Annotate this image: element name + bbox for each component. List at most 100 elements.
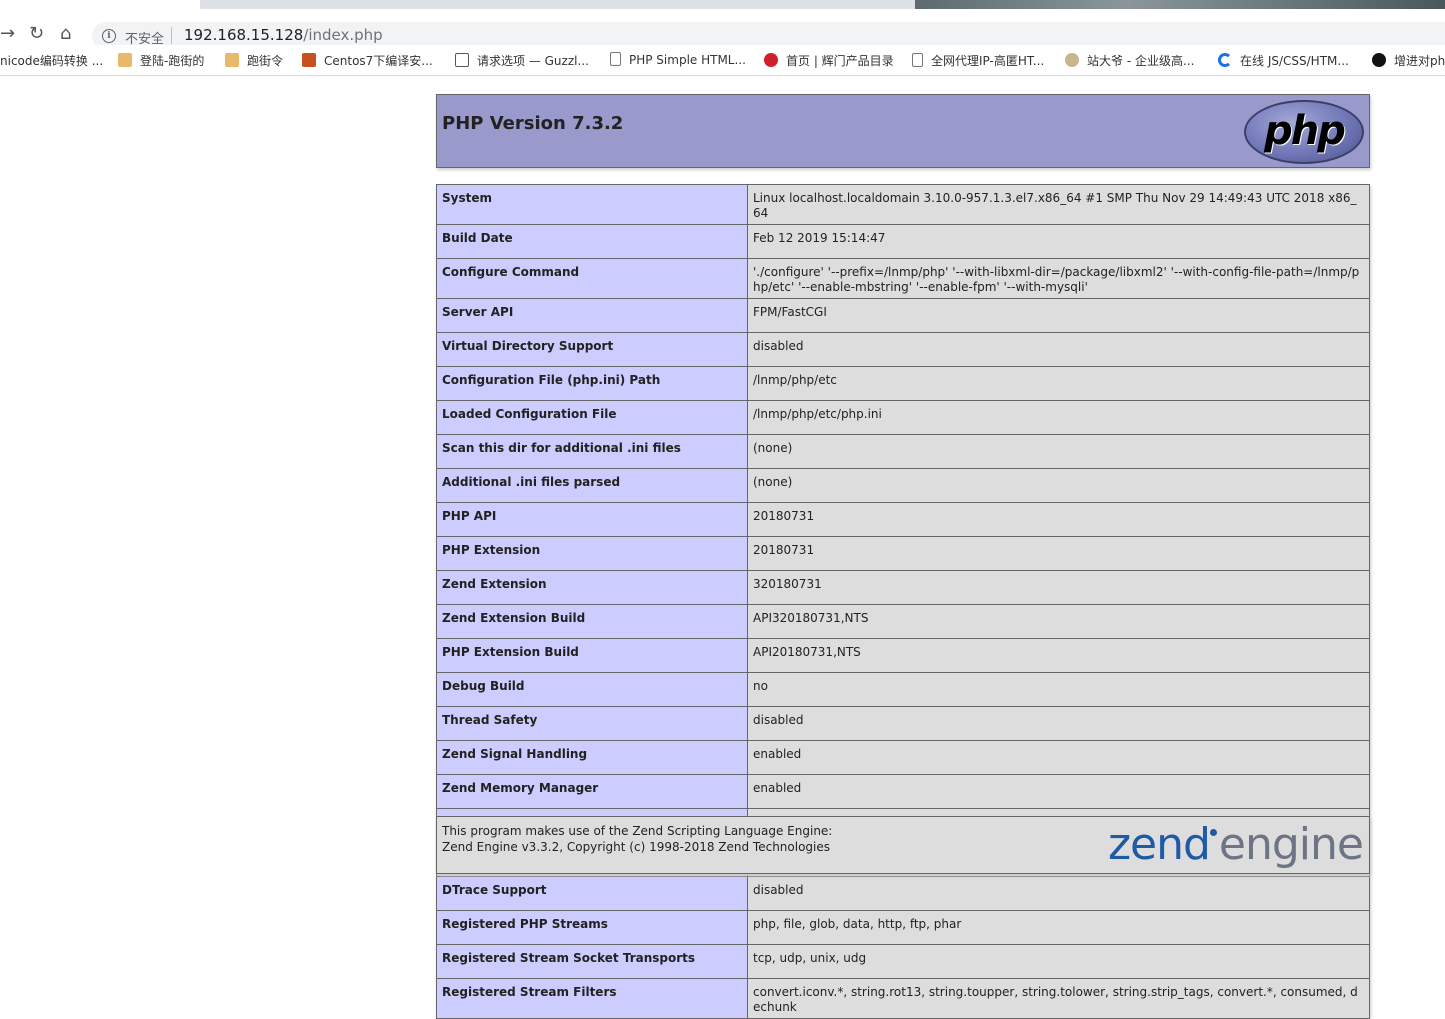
table-row: Zend Extension Build API320180731,NTS (436, 604, 1370, 639)
row-value: './configure' '--prefix=/lnmp/php' '--wi… (747, 258, 1370, 299)
row-key: Configure Command (436, 258, 748, 299)
row-key: Thread Safety (436, 706, 748, 741)
page-icon (610, 52, 621, 66)
site-info-icon[interactable]: i (102, 29, 116, 43)
row-value: tcp, udp, unix, udg (747, 944, 1370, 979)
row-key: Registered Stream Filters (436, 978, 748, 1019)
table-row: Thread Safety disabled (436, 706, 1370, 741)
red-circle-icon (764, 53, 778, 67)
row-key: Configuration File (php.ini) Path (436, 366, 748, 401)
avatar-icon (1065, 53, 1079, 67)
table-row: Registered Stream Socket Transports tcp, … (436, 944, 1370, 979)
bookmark-item[interactable]: 站大爷 - 企业级高... (1065, 52, 1194, 69)
footer-line-1: This program makes use of the Zend Scrip… (442, 824, 833, 838)
table-row: PHP Extension Build API20180731,NTS (436, 638, 1370, 673)
row-key: Scan this dir for additional .ini files (436, 434, 748, 469)
bookmark-item[interactable]: 跑街令 (225, 52, 283, 69)
table-row: System Linux localhost.localdomain 3.10.0… (436, 184, 1370, 225)
zend-engine-logo-icon[interactable]: zend engine (1107, 819, 1364, 870)
row-value: convert.iconv.*, string.rot13, string.to… (747, 978, 1370, 1019)
bookmark-item[interactable]: nicode编码转换 ... (0, 52, 103, 69)
table-row: Zend Memory Manager enabled (436, 774, 1370, 809)
table-row: Registered PHP Streams php, file, glob, d… (436, 910, 1370, 945)
row-value: API20180731,NTS (747, 638, 1370, 673)
c-logo-icon (1218, 53, 1232, 67)
page-icon (912, 53, 923, 67)
row-value: Feb 12 2019 15:14:47 (747, 224, 1370, 259)
footer-line-2: Zend Engine v3.3.2, Copyright (c) 1998-2… (442, 840, 831, 854)
row-value: no (747, 672, 1370, 707)
row-key: PHP API (436, 502, 748, 537)
table-row: Zend Signal Handling enabled (436, 740, 1370, 775)
bookmark-item[interactable]: Centos7下编译安... (302, 52, 433, 69)
mascot-icon (118, 53, 132, 67)
row-value: php, file, glob, data, http, ftp, phar (747, 910, 1370, 945)
row-key: Zend Extension (436, 570, 748, 605)
table-row: Build Date Feb 12 2019 15:14:47 (436, 224, 1370, 259)
row-key: Registered Stream Socket Transports (436, 944, 748, 979)
bookmark-item[interactable]: PHP Simple HTML... (610, 52, 746, 67)
table-row: PHP API 20180731 (436, 502, 1370, 537)
row-value: enabled (747, 740, 1370, 775)
tab-strip (0, 0, 1445, 9)
row-key: Build Date (436, 224, 748, 259)
home-icon[interactable]: ⌂ (60, 25, 71, 43)
row-key: Loaded Configuration File (436, 400, 748, 435)
table-row: Server API FPM/FastCGI (436, 298, 1370, 333)
url-text[interactable]: 192.168.15.128/index.php (184, 26, 383, 44)
url-host: 192.168.15.128 (184, 26, 304, 44)
table-row: Loaded Configuration File/lnmp/php/etc/p… (436, 400, 1370, 435)
row-value: disabled (747, 706, 1370, 741)
footer-text: This program makes use of the Zend Scrip… (442, 823, 832, 855)
reload-icon[interactable]: ↻ (29, 25, 44, 43)
row-value: 20180731 (747, 502, 1370, 537)
bookmark-item[interactable]: 首页 | 辉门产品目录 (764, 52, 894, 69)
table-row: Additional .ini files parsed (none) (436, 468, 1370, 503)
table-row: DTrace Support disabled (436, 876, 1370, 911)
table-row: Configuration File (php.ini) Path/lnmp/p… (436, 366, 1370, 401)
php-logo-text: php (1264, 108, 1346, 154)
table-row: Registered Stream Filters convert.iconv.*… (436, 978, 1370, 1019)
row-key: Debug Build (436, 672, 748, 707)
row-value: disabled (747, 332, 1370, 367)
row-value: enabled (747, 774, 1370, 809)
phpinfo-table-body: System Linux localhost.localdomain 3.10.0… (436, 184, 1370, 1019)
mascot-icon (225, 53, 239, 67)
row-key: Registered PHP Streams (436, 910, 748, 945)
phpinfo-table: System Linux localhost.localdomain 3.10.0… (436, 184, 1370, 1019)
navigation-bar: → ↻ ⌂ i 不安全 192.168.15.128/index.php (0, 9, 1445, 50)
engine-logo-word: engine (1218, 819, 1364, 870)
row-key: Additional .ini files parsed (436, 468, 748, 503)
row-key: DTrace Support (436, 876, 748, 911)
row-value: 20180731 (747, 536, 1370, 571)
row-value: API320180731,NTS (747, 604, 1370, 639)
row-value: FPM/FastCGI (747, 298, 1370, 333)
page-title: PHP Version 7.3.2 (442, 113, 624, 134)
table-row: Debug Build no (436, 672, 1370, 707)
address-separator (171, 27, 172, 44)
bookmark-item[interactable]: 登陆-跑街的 (118, 52, 204, 69)
table-row: PHP Extension 20180731 (436, 536, 1370, 571)
zend-logo-word: zend (1107, 819, 1211, 870)
doc-grid-icon (455, 53, 469, 67)
bookmark-item[interactable]: 在线 JS/CSS/HTM... (1218, 52, 1349, 69)
row-value: Linux localhost.localdomain 3.10.0-957.1… (747, 184, 1370, 225)
phpinfo-content: PHP Version 7.3.2 php System Linux localh… (436, 94, 1370, 1019)
forward-arrow-icon[interactable]: → (0, 25, 15, 43)
row-value: 320180731 (747, 570, 1370, 605)
row-key: System (436, 184, 748, 225)
table-row: Configure Command './configure' '--prefix… (436, 258, 1370, 299)
bookmark-item[interactable]: 全网代理IP-高匿HT... (912, 52, 1044, 69)
table-row: Virtual Directory Support disabled (436, 332, 1370, 367)
active-tab-edge (915, 0, 1445, 9)
table-row: Scan this dir for additional .ini files(… (436, 434, 1370, 469)
phpinfo-header: PHP Version 7.3.2 php (436, 94, 1370, 168)
row-value: disabled (747, 876, 1370, 911)
github-icon (1372, 53, 1386, 67)
row-key: Zend Signal Handling (436, 740, 748, 775)
php-logo-icon[interactable]: php (1244, 100, 1364, 164)
row-key: Zend Memory Manager (436, 774, 748, 809)
bookmark-item[interactable]: 请求选项 — Guzzl... (455, 52, 589, 69)
row-value: /lnmp/php/etc/php.ini (747, 400, 1370, 435)
bookmark-item[interactable]: 增进对ph (1372, 52, 1445, 69)
